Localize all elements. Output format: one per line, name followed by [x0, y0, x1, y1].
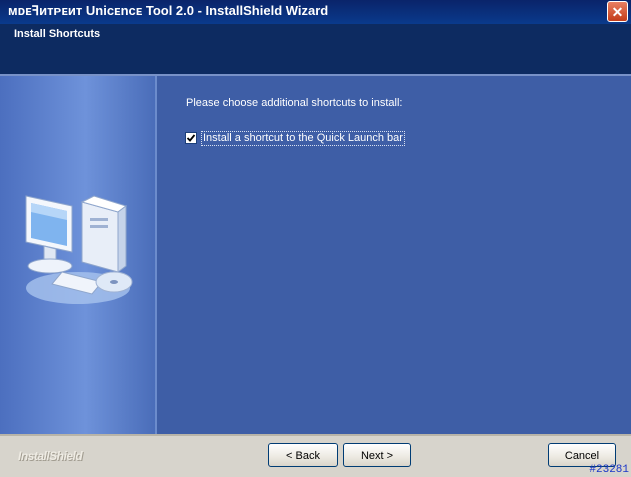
quick-launch-checkbox[interactable]	[185, 132, 197, 144]
window-title: ᴍᴅᴇꟻᴎᴛᴘᴇᴎᴛ Uniᴄᴇnᴄᴇ Tool 2.0 - InstallSh…	[8, 3, 329, 18]
side-banner	[0, 76, 155, 434]
wizard-header: Install Shortcuts	[0, 24, 631, 76]
close-button[interactable]: ✕	[607, 1, 628, 22]
next-button[interactable]: Next >	[343, 443, 411, 467]
reference-number: #23281	[589, 464, 629, 476]
installshield-logo: InstallShield	[18, 449, 83, 463]
shortcut-prompt: Please choose additional shortcuts to in…	[186, 97, 403, 109]
close-icon: ✕	[611, 4, 624, 20]
title-bar[interactable]: ᴍᴅᴇꟻᴎᴛᴘᴇᴎᴛ Uniᴄᴇnᴄᴇ Tool 2.0 - InstallSh…	[0, 0, 631, 24]
page-title: Install Shortcuts	[14, 28, 101, 40]
main-panel: Please choose additional shortcuts to in…	[157, 76, 631, 434]
quick-launch-label[interactable]: Install a shortcut to the Quick Launch b…	[201, 131, 405, 146]
back-button[interactable]: < Back	[268, 443, 338, 467]
computer-illustration-icon	[25, 195, 133, 304]
wizard-footer: InstallShield < Back Next > Cancel #2328…	[0, 434, 631, 477]
footer-separator	[0, 434, 631, 436]
checkmark-icon	[186, 134, 196, 142]
